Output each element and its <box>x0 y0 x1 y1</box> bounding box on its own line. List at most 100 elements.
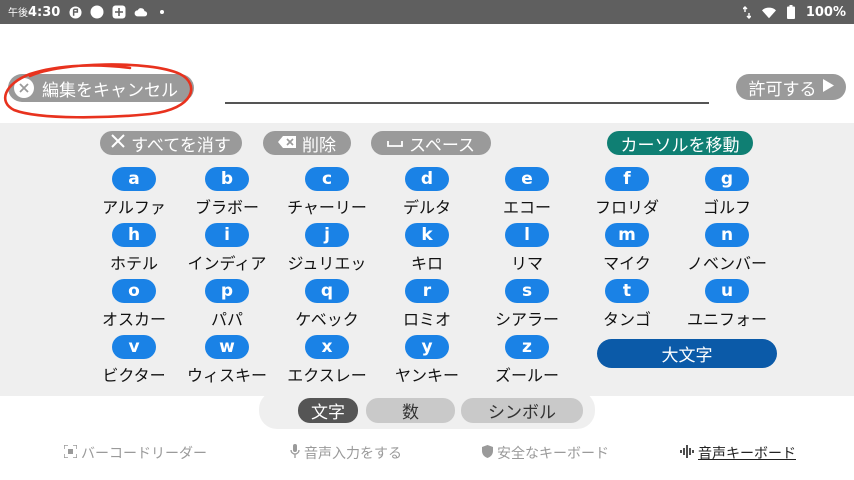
letter-key-letter: f <box>605 167 649 191</box>
cloud-icon <box>134 5 148 19</box>
letter-key-letter: z <box>505 335 549 359</box>
letter-key-letter: h <box>112 223 156 247</box>
space-button[interactable]: スペース <box>371 131 491 156</box>
letter-key-letter: p <box>205 279 249 303</box>
letter-key-word: ノベンバー <box>686 254 767 273</box>
letter-key-letter: u <box>705 279 749 303</box>
clock: 午後 4:30 <box>8 4 60 20</box>
letter-key-letter: o <box>112 279 156 303</box>
wifi-icon <box>761 5 776 19</box>
voice-keyboard-link[interactable]: 音声キーボード <box>680 443 796 463</box>
letter-key-z[interactable]: z ズールー <box>477 335 577 391</box>
battery-percentage: 100% <box>805 4 846 20</box>
letter-key-letter: t <box>605 279 649 303</box>
delete-button[interactable]: 削除 <box>263 131 351 156</box>
letter-key-letter: l <box>505 223 549 247</box>
letter-key-u[interactable]: u ユニフォー <box>677 279 777 335</box>
letter-key-b[interactable]: b ブラボー <box>177 167 277 223</box>
letter-key-k[interactable]: k キロ <box>377 223 477 279</box>
text-input-field[interactable] <box>225 76 709 104</box>
dot-icon <box>160 10 165 14</box>
letter-key-t[interactable]: t タンゴ <box>577 279 677 335</box>
letter-key-letter: w <box>205 335 249 359</box>
secure-keyboard-label: 安全なキーボード <box>497 446 609 462</box>
voice-input-link[interactable]: 音声入力をする <box>290 443 402 463</box>
letter-key-l[interactable]: l リマ <box>477 223 577 279</box>
letter-key-word: ゴルフ <box>702 198 751 217</box>
uppercase-label: 大文字 <box>661 346 713 366</box>
letter-key-letter: a <box>112 167 156 191</box>
cancel-edit-label: 編集をキャンセル <box>42 80 178 101</box>
status-bar: 午後 4:30 100% <box>0 0 854 24</box>
data-arrows-icon <box>740 5 754 19</box>
letter-key-w[interactable]: w ウィスキー <box>177 335 277 391</box>
letter-key-letter: s <box>505 279 549 303</box>
voice-input-label: 音声入力をする <box>304 446 402 462</box>
shield-icon <box>482 444 493 462</box>
move-cursor-button[interactable]: カーソルを移動 <box>607 131 753 156</box>
letter-key-letter: y <box>405 335 449 359</box>
letter-key-letter: d <box>405 167 449 191</box>
letter-key-m[interactable]: m マイク <box>577 223 677 279</box>
letter-key-letter: g <box>705 167 749 191</box>
sound-wave-icon <box>680 444 694 462</box>
keyboard-mode-bar: 文字 数 シンボル <box>259 391 595 429</box>
status-bar-right: 100% <box>740 5 846 20</box>
tab-letters-label: 文字 <box>311 403 345 423</box>
tab-symbols[interactable]: シンボル <box>461 398 583 423</box>
backspace-icon <box>278 133 296 153</box>
letter-key-letter: q <box>305 279 349 303</box>
status-bar-left: 午後 4:30 <box>8 4 165 20</box>
letter-key-e[interactable]: e エコー <box>477 167 577 223</box>
keyboard-options-bar: バーコードリーダー 音声入力をする 安全なキーボード 音声キーボード <box>0 438 854 466</box>
letter-key-letter: b <box>205 167 249 191</box>
letter-key-letter: n <box>705 223 749 247</box>
barcode-reader-label: バーコードリーダー <box>81 446 207 462</box>
tab-letters[interactable]: 文字 <box>298 398 358 423</box>
letter-key-letter: k <box>405 223 449 247</box>
delete-label: 削除 <box>302 135 336 156</box>
letter-key-r[interactable]: r ロミオ <box>377 279 477 335</box>
allow-button[interactable]: 許可する <box>736 74 846 100</box>
letter-key-p[interactable]: p パパ <box>177 279 277 335</box>
letter-key-y[interactable]: y ヤンキー <box>377 335 477 391</box>
edit-area: 編集をキャンセル 許可する <box>0 24 854 123</box>
letter-key-d[interactable]: d デルタ <box>377 167 477 223</box>
letter-key-j[interactable]: j ジュリエッ <box>277 223 377 279</box>
circle-icon <box>90 5 104 19</box>
letter-key-c[interactable]: c チャーリー <box>277 167 377 223</box>
letter-key-i[interactable]: i インディア <box>177 223 277 279</box>
letter-key-letter: x <box>305 335 349 359</box>
app-icon <box>68 5 82 19</box>
play-arrow-icon <box>822 77 834 97</box>
clear-all-button[interactable]: すべてを消す <box>100 131 242 156</box>
voice-keyboard-label: 音声キーボード <box>698 446 796 462</box>
battery-icon <box>784 5 798 19</box>
letter-key-letter: m <box>605 223 649 247</box>
allow-label: 許可する <box>748 79 817 100</box>
space-label: スペース <box>409 135 475 156</box>
letter-key-n[interactable]: n ノベンバー <box>677 223 777 279</box>
letter-key-word: ユニフォー <box>686 310 767 329</box>
close-icon <box>14 78 34 98</box>
letter-key-q[interactable]: q ケベック <box>277 279 377 335</box>
uppercase-button[interactable]: 大文字 <box>597 339 777 368</box>
letter-key-letter: e <box>505 167 549 191</box>
move-cursor-label: カーソルを移動 <box>620 135 740 156</box>
tab-symbols-label: シンボル <box>488 403 556 423</box>
tab-numbers[interactable]: 数 <box>366 398 455 423</box>
microphone-icon <box>290 444 300 462</box>
letter-key-s[interactable]: s シアラー <box>477 279 577 335</box>
letter-key-x[interactable]: x エクスレー <box>277 335 377 391</box>
letter-key-word: ズールー <box>494 366 559 385</box>
letter-key-f[interactable]: f フロリダ <box>577 167 677 223</box>
barcode-reader-link[interactable]: バーコードリーダー <box>63 443 207 463</box>
letter-key-g[interactable]: g ゴルフ <box>677 167 777 223</box>
letter-key-letter: v <box>112 335 156 359</box>
secure-keyboard-link[interactable]: 安全なキーボード <box>482 443 609 463</box>
letter-key-letter: i <box>205 223 249 247</box>
cast-icon <box>112 5 126 19</box>
letter-key-letter: c <box>305 167 349 191</box>
cancel-edit-button[interactable]: 編集をキャンセル <box>8 74 194 102</box>
space-icon <box>387 133 403 153</box>
